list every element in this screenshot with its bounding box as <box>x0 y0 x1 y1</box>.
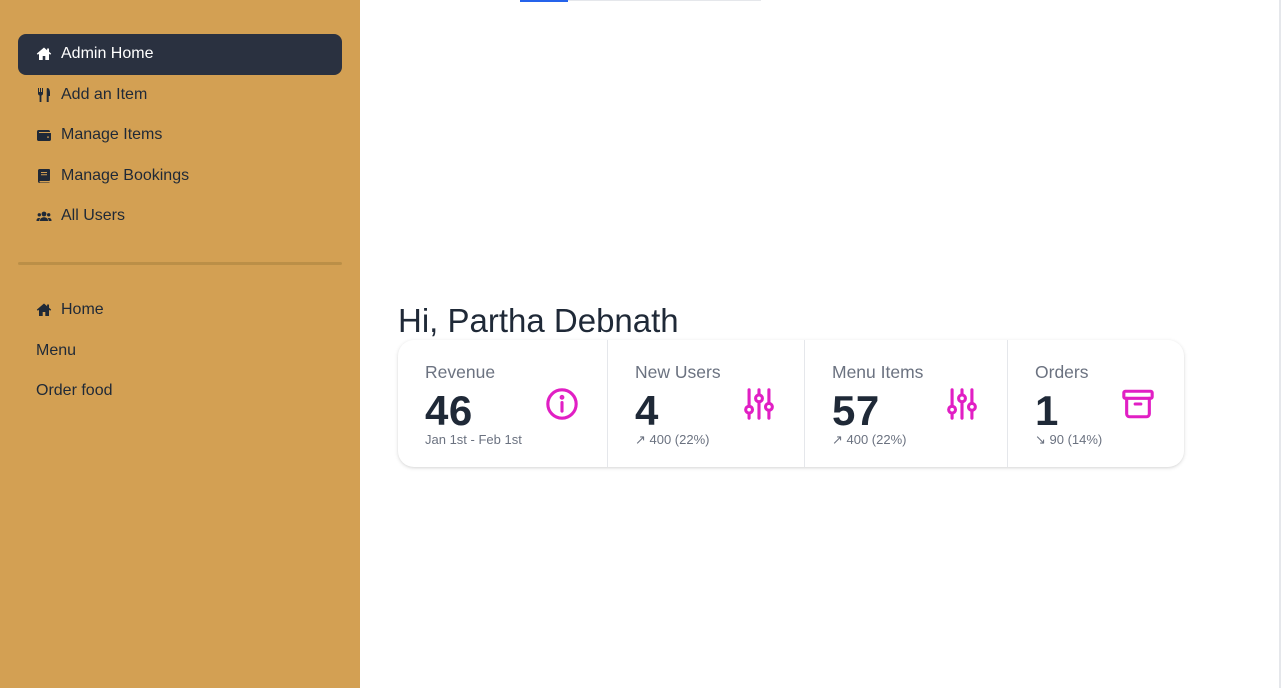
nav-item-order-food[interactable]: Order food <box>18 371 342 412</box>
nav-item-label: Home <box>61 301 104 319</box>
nav-item-label: Order food <box>36 382 113 400</box>
nav-item-menu[interactable]: Menu <box>18 331 342 372</box>
stat-new-users: New Users 4 ↗︎ 400 (22%) <box>608 340 805 467</box>
nav-item-home[interactable]: Home <box>18 290 342 331</box>
utensils-icon <box>36 87 52 103</box>
home-icon <box>36 302 52 318</box>
sidebar-divider <box>18 262 342 265</box>
nav-item-add-item[interactable]: Add an Item <box>18 75 342 116</box>
book-icon <box>36 168 52 184</box>
stat-revenue: Revenue 46 Jan 1st - Feb 1st <box>398 340 608 467</box>
stat-value: 4 <box>635 387 659 434</box>
stat-orders: Orders 1 ↘︎ 90 (14%) <box>1008 340 1184 467</box>
stat-value: 46 <box>425 387 473 434</box>
stat-title: Orders <box>1035 362 1089 382</box>
nav-item-label: Manage Bookings <box>61 166 190 184</box>
sidebar: Admin Home Add an Item Manage Items Mana… <box>0 0 360 688</box>
stat-menu-items: Menu Items 57 ↗︎ 400 (22%) <box>805 340 1008 467</box>
site-nav: Home Menu Order food <box>18 290 342 412</box>
admin-nav: Admin Home Add an Item Manage Items Mana… <box>18 34 342 237</box>
stat-title: New Users <box>635 362 721 382</box>
wallet-icon <box>36 127 52 143</box>
sliders-icon <box>945 387 979 421</box>
stats-panel: Revenue 46 Jan 1st - Feb 1st New Users 4… <box>398 340 1184 467</box>
home-icon <box>36 46 52 62</box>
sliders-icon <box>742 387 776 421</box>
nav-item-manage-bookings[interactable]: Manage Bookings <box>18 156 342 197</box>
stat-description: ↗︎ 400 (22%) <box>635 432 710 447</box>
stat-title: Revenue <box>425 362 496 382</box>
nav-item-manage-items[interactable]: Manage Items <box>18 115 342 156</box>
users-icon <box>36 208 52 224</box>
nav-item-label: Menu <box>36 341 77 359</box>
info-icon <box>545 387 579 421</box>
stat-description: ↗︎ 400 (22%) <box>832 432 907 447</box>
nav-item-label: Admin Home <box>61 45 154 63</box>
nav-item-all-users[interactable]: All Users <box>18 196 342 237</box>
stat-description: Jan 1st - Feb 1st <box>425 432 522 447</box>
nav-item-admin-home[interactable]: Admin Home <box>18 34 342 75</box>
stat-value: 1 <box>1035 387 1059 434</box>
nav-item-label: Manage Items <box>61 126 163 144</box>
stat-title: Menu Items <box>832 362 924 382</box>
greeting-heading: Hi, Partha Debnath <box>398 302 679 339</box>
archive-icon <box>1121 387 1155 421</box>
stat-value: 57 <box>832 387 880 434</box>
top-progress-indicator <box>520 0 568 2</box>
nav-item-label: Add an Item <box>61 85 148 103</box>
stat-description: ↘︎ 90 (14%) <box>1035 432 1103 447</box>
nav-item-label: All Users <box>61 207 126 225</box>
